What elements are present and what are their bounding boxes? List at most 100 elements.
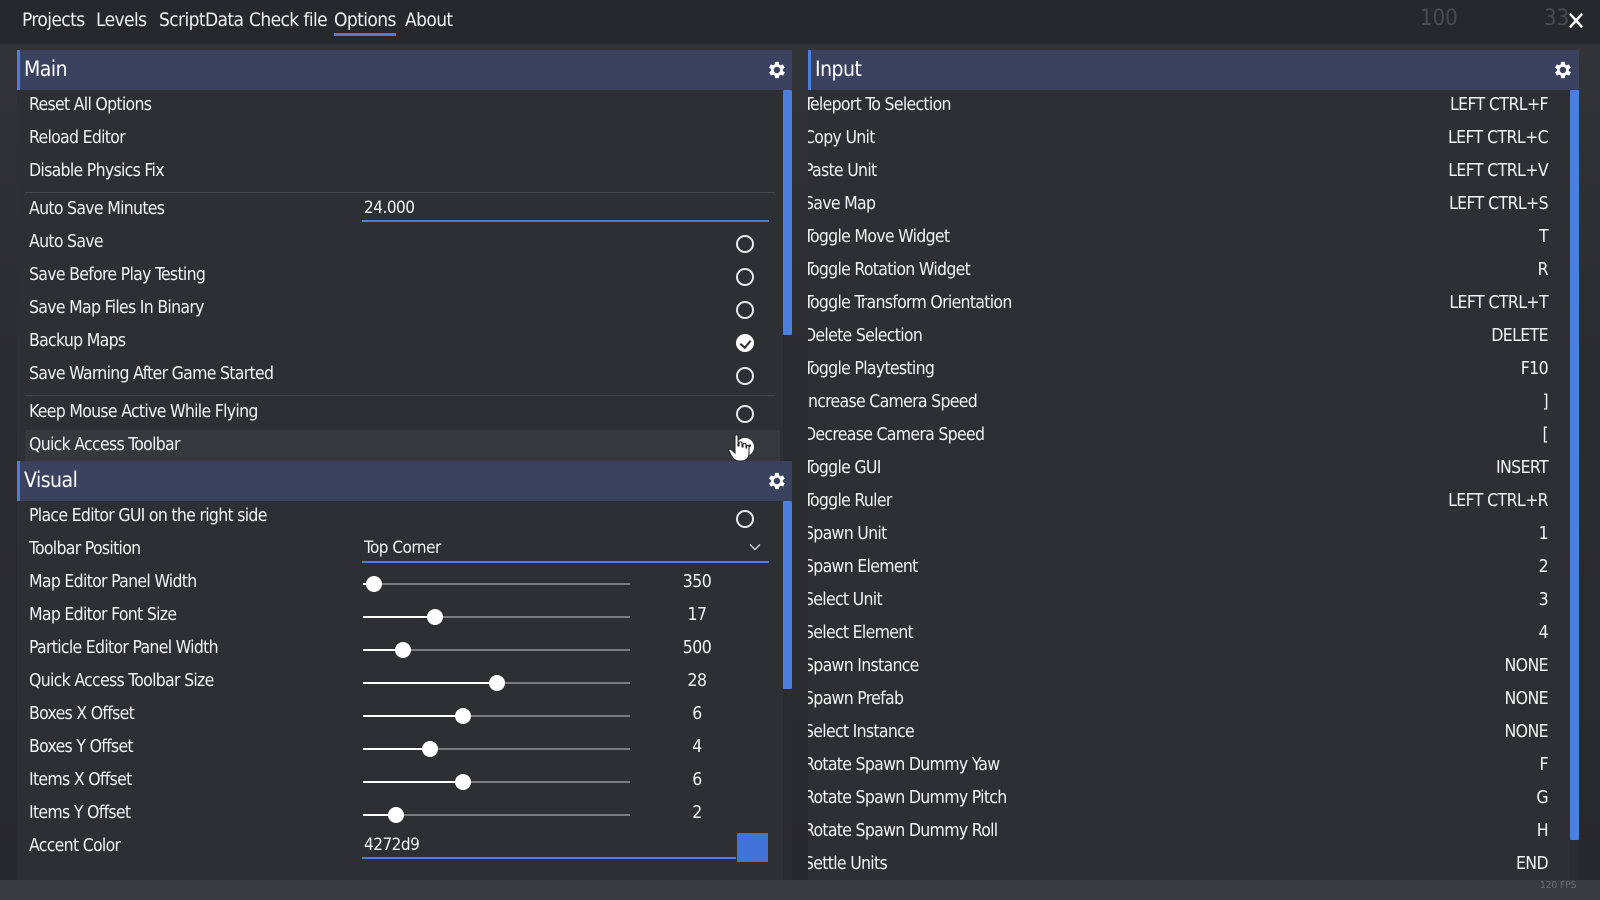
keybinding-key[interactable]: LEFT CTRL+C: [1448, 128, 1549, 148]
menu-scriptdata[interactable]: ScriptData: [159, 9, 244, 31]
visual-scrollbar[interactable]: [783, 501, 792, 883]
accent-color-input[interactable]: 4272d9: [362, 835, 736, 859]
keybinding-row[interactable]: Settle Units END: [808, 849, 1560, 882]
keybinding-key[interactable]: [: [1542, 425, 1548, 445]
keep-mouse-active-radio[interactable]: [736, 405, 754, 423]
keybinding-row[interactable]: Select Element 4: [808, 618, 1560, 651]
keybinding-key[interactable]: 3: [1539, 590, 1549, 610]
keybinding-key[interactable]: INSERT: [1496, 458, 1549, 478]
slider-track[interactable]: [363, 741, 630, 757]
toolbar-position-dropdown[interactable]: Top Corner: [362, 537, 769, 563]
slider-track[interactable]: [363, 807, 630, 823]
close-icon[interactable]: ✕: [1562, 9, 1590, 37]
slider-track[interactable]: [363, 675, 630, 691]
gear-icon[interactable]: [765, 470, 787, 492]
place-gui-right-radio[interactable]: [736, 510, 754, 528]
keybinding-key[interactable]: H: [1537, 821, 1549, 841]
keybinding-key[interactable]: END: [1516, 854, 1549, 874]
slider-knob[interactable]: [365, 576, 382, 592]
toggle-row[interactable]: Auto Save: [17, 227, 780, 260]
menu-about[interactable]: About: [405, 9, 453, 31]
slider-knob[interactable]: [488, 675, 505, 691]
backup-maps-radio[interactable]: [736, 334, 754, 352]
toggle-row[interactable]: Save Warning After Game Started: [17, 359, 780, 392]
keybinding-row[interactable]: Rotate Spawn Dummy Yaw F: [808, 750, 1560, 783]
keybinding-row[interactable]: Rotate Spawn Dummy Roll H: [808, 816, 1560, 849]
slider-track[interactable]: [363, 576, 630, 592]
reset-all-options-button[interactable]: Reset All Options: [17, 90, 780, 123]
save-before-play-testing-radio[interactable]: [736, 268, 754, 286]
keybinding-row[interactable]: Toggle Rotation Widget R: [808, 255, 1560, 288]
reload-editor-button[interactable]: Reload Editor: [17, 123, 780, 156]
visual-scrollbar-thumb[interactable]: [783, 501, 792, 689]
slider-knob[interactable]: [388, 807, 405, 823]
keybinding-key[interactable]: LEFT CTRL+T: [1449, 293, 1548, 313]
input-scrollbar-thumb[interactable]: [1570, 90, 1579, 840]
keybinding-key[interactable]: R: [1538, 260, 1549, 280]
keybinding-row[interactable]: Toggle Playtesting F10: [808, 354, 1560, 387]
keybinding-row[interactable]: Save Map LEFT CTRL+S: [808, 189, 1560, 222]
keybinding-row[interactable]: Spawn Instance NONE: [808, 651, 1560, 684]
keybinding-key[interactable]: NONE: [1505, 722, 1549, 742]
auto-save-minutes-input[interactable]: 24.000: [362, 198, 769, 222]
accent-color-swatch[interactable]: [737, 833, 768, 862]
slider-knob[interactable]: [427, 609, 444, 625]
slider-knob[interactable]: [455, 708, 472, 724]
save-map-files-in-binary-radio[interactable]: [736, 301, 754, 319]
keybinding-row[interactable]: Toggle Move Widget T: [808, 222, 1560, 255]
slider-track[interactable]: [363, 609, 630, 625]
input-scrollbar[interactable]: [1570, 90, 1579, 883]
slider-knob[interactable]: [421, 741, 438, 757]
slider-knob[interactable]: [455, 774, 472, 790]
keybinding-row[interactable]: Teleport To Selection LEFT CTRL+F: [808, 90, 1560, 123]
keybinding-key[interactable]: NONE: [1505, 656, 1549, 676]
keybinding-key[interactable]: T: [1539, 227, 1549, 247]
keybinding-key[interactable]: LEFT CTRL+V: [1448, 161, 1548, 181]
keybinding-row[interactable]: Increase Camera Speed]: [808, 387, 1560, 420]
keybinding-row[interactable]: Paste Unit LEFT CTRL+V: [808, 156, 1560, 189]
menu-options[interactable]: Options: [334, 9, 396, 36]
toggle-row[interactable]: Backup Maps: [17, 326, 780, 359]
menu-check-file[interactable]: Check file: [249, 9, 328, 31]
keybinding-key[interactable]: G: [1536, 788, 1548, 808]
keybinding-row[interactable]: Decrease Camera Speed [: [808, 420, 1560, 453]
slider-knob[interactable]: [395, 642, 412, 658]
toggle-row[interactable]: Save Before Play Testing: [17, 260, 780, 293]
disable-physics-fix-button[interactable]: Disable Physics Fix: [17, 156, 780, 189]
keybinding-row[interactable]: Toggle Ruler LEFT CTRL+R: [808, 486, 1560, 519]
gear-icon[interactable]: [765, 59, 787, 81]
toggle-row[interactable]: Save Map Files In Binary: [17, 293, 780, 326]
keybinding-row[interactable]: Select Instance NONE: [808, 717, 1560, 750]
main-scrollbar-thumb[interactable]: [783, 90, 792, 335]
quick-access-toolbar-radio[interactable]: [736, 438, 754, 456]
keybinding-row[interactable]: Copy Unit LEFT CTRL+C: [808, 123, 1560, 156]
menu-projects[interactable]: Projects: [22, 9, 85, 31]
keybinding-key[interactable]: F10: [1521, 359, 1549, 379]
keybinding-row[interactable]: Spawn Element 2: [808, 552, 1560, 585]
slider-track[interactable]: [363, 774, 630, 790]
keybinding-key[interactable]: NONE: [1505, 689, 1549, 709]
keybinding-key[interactable]: ]: [1542, 392, 1548, 412]
keybinding-row[interactable]: Spawn Unit 1: [808, 519, 1560, 552]
toggle-row[interactable]: Keep Mouse Active While Flying: [17, 397, 780, 430]
slider-track[interactable]: [363, 642, 630, 658]
keybinding-row[interactable]: Toggle GUI INSERT: [808, 453, 1560, 486]
keybinding-row[interactable]: Delete Selection DELETE: [808, 321, 1560, 354]
keybinding-key[interactable]: 1: [1539, 524, 1549, 544]
keybinding-key[interactable]: F: [1540, 755, 1549, 775]
auto-save-radio[interactable]: [736, 235, 754, 253]
keybinding-key[interactable]: LEFT CTRL+S: [1449, 194, 1549, 214]
keybinding-key[interactable]: DELETE: [1491, 326, 1548, 346]
keybinding-row[interactable]: Select Unit 3: [808, 585, 1560, 618]
menu-levels[interactable]: Levels: [96, 9, 147, 31]
keybinding-key[interactable]: 2: [1539, 557, 1549, 577]
keybinding-key[interactable]: LEFT CTRL+F: [1450, 95, 1549, 115]
keybinding-row[interactable]: Spawn Prefab NONE: [808, 684, 1560, 717]
keybinding-row[interactable]: Toggle Transform Orientation LEFT CTRL+T: [808, 288, 1560, 321]
toggle-row[interactable]: Place Editor GUI on the right side: [17, 501, 780, 534]
slider-track[interactable]: [363, 708, 630, 724]
toggle-row[interactable]: Quick Access Toolbar: [25, 430, 780, 463]
main-scrollbar[interactable]: [783, 90, 792, 463]
keybinding-key[interactable]: 4: [1539, 623, 1549, 643]
keybinding-row[interactable]: Rotate Spawn Dummy Pitch G: [808, 783, 1560, 816]
